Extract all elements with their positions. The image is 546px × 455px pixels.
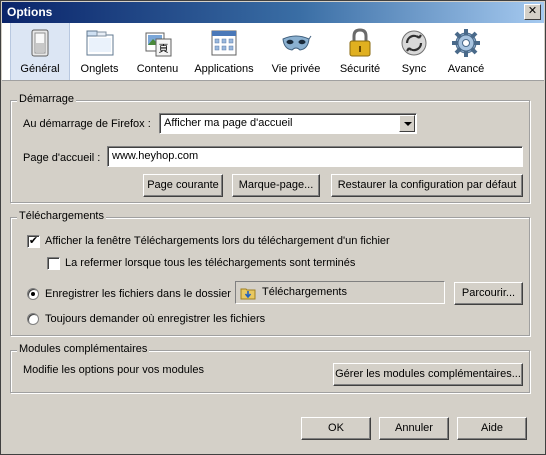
downloads-folder-icon [240, 288, 256, 300]
tab-security[interactable]: Sécurité [332, 23, 388, 80]
tab-sync[interactable]: Sync [392, 23, 436, 80]
use-current-page-button[interactable]: Page courante [143, 174, 223, 197]
tab-content[interactable]: 頁 Contenu [130, 23, 185, 80]
window-title: Options [7, 5, 53, 19]
homepage-label: Page d'accueil : [23, 152, 101, 164]
tab-advanced[interactable]: Avancé [440, 23, 492, 80]
restore-default-button[interactable]: Restaurer la configuration par défaut [331, 174, 523, 197]
save-to-folder-radio[interactable] [27, 288, 39, 300]
help-button[interactable]: Aide [457, 417, 527, 440]
cancel-button[interactable]: Annuler [379, 417, 449, 440]
svg-text:頁: 頁 [158, 43, 168, 55]
download-folder-field: Téléchargements [235, 281, 445, 304]
tab-security-label: Sécurité [339, 63, 381, 75]
tab-general[interactable]: Général [10, 23, 70, 80]
tab-tabs-label: Onglets [80, 63, 119, 75]
preferences-toolbar: Général Onglets 頁 Contenu Applications V… [2, 23, 544, 81]
addons-legend: Modules complémentaires [17, 343, 150, 355]
padlock-icon [349, 28, 371, 57]
homepage-input[interactable]: www.heyhop.com [107, 146, 523, 167]
tab-applications[interactable]: Applications [190, 23, 258, 80]
startup-select-value: Afficher ma page d'accueil [164, 117, 293, 129]
general-icon [31, 29, 49, 57]
show-downloads-window-checkbox[interactable]: ✔ [27, 235, 40, 248]
ok-button[interactable]: OK [301, 417, 371, 440]
tab-sync-label: Sync [401, 63, 427, 75]
options-window: Options ✕ Général Onglets 頁 Contenu Appl… [0, 0, 546, 455]
tab-advanced-label: Avancé [447, 63, 485, 75]
tab-general-label: Général [20, 63, 60, 75]
content-icon: 頁 [145, 32, 171, 57]
startup-label: Au démarrage de Firefox : [23, 118, 151, 130]
privacy-mask-icon [282, 35, 312, 51]
download-folder-name: Téléchargements [262, 286, 347, 298]
chevron-down-icon[interactable] [399, 115, 415, 132]
close-when-done-checkbox[interactable] [47, 257, 60, 270]
startup-select[interactable]: Afficher ma page d'accueil [159, 113, 417, 134]
downloads-legend: Téléchargements [17, 210, 106, 222]
title-bar: Options ✕ [2, 2, 544, 23]
tab-content-label: Contenu [136, 63, 179, 75]
addons-description: Modifie les options pour vos modules [23, 364, 204, 376]
show-downloads-window-label: Afficher la fenêtre Téléchargements lors… [45, 235, 390, 247]
browse-button[interactable]: Parcourir... [454, 282, 523, 305]
startup-legend: Démarrage [17, 93, 77, 105]
use-bookmark-button[interactable]: Marque-page... [232, 174, 320, 197]
tab-privacy[interactable]: Vie privée [266, 23, 326, 80]
tab-applications-label: Applications [194, 63, 254, 75]
save-to-folder-label: Enregistrer les fichiers dans le dossier [45, 288, 231, 300]
tabs-icon [86, 30, 113, 56]
tab-tabs[interactable]: Onglets [72, 23, 127, 80]
manage-addons-button[interactable]: Gérer les modules complémentaires... [333, 363, 523, 386]
gear-icon [452, 29, 480, 57]
applications-icon [211, 30, 237, 56]
close-button[interactable]: ✕ [524, 4, 541, 20]
always-ask-radio[interactable] [27, 313, 39, 325]
sync-icon [401, 30, 427, 56]
tab-privacy-label: Vie privée [271, 63, 321, 75]
always-ask-label: Toujours demander où enregistrer les fic… [45, 313, 266, 325]
close-when-done-label: La refermer lorsque tous les téléchargem… [65, 257, 356, 269]
